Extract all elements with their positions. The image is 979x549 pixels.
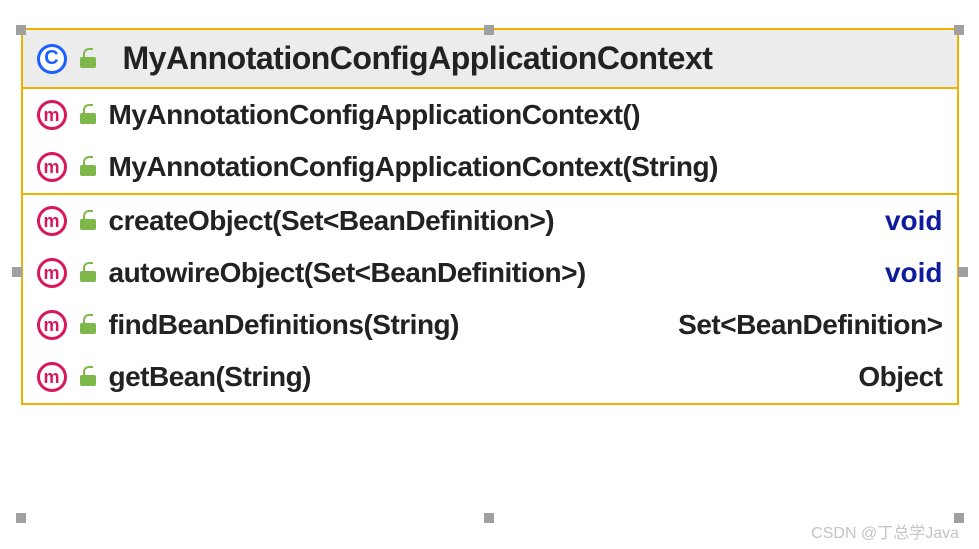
method-icon: m <box>37 152 67 182</box>
constructor-row: m MyAnnotationConfigApplicationContext(S… <box>23 141 957 193</box>
selection-handle[interactable] <box>16 513 26 523</box>
selection-handle[interactable] <box>484 25 494 35</box>
class-name: MyAnnotationConfigApplicationContext <box>123 40 713 77</box>
class-diagram: C MyAnnotationConfigApplicationContext m… <box>21 28 959 405</box>
unlock-icon <box>77 366 99 388</box>
return-type: Set<BeanDefinition> <box>678 309 942 341</box>
class-icon: C <box>37 44 67 74</box>
method-signature: autowireObject(Set<BeanDefinition>) <box>109 257 586 289</box>
method-signature: getBean(String) <box>109 361 312 393</box>
selection-handle[interactable] <box>12 267 22 277</box>
method-icon: m <box>37 206 67 236</box>
method-row: m findBeanDefinitions(String) Set<BeanDe… <box>23 299 957 351</box>
constructor-signature: MyAnnotationConfigApplicationContext() <box>109 99 641 131</box>
constructor-signature: MyAnnotationConfigApplicationContext(Str… <box>109 151 718 183</box>
method-row: m autowireObject(Set<BeanDefinition>) vo… <box>23 247 957 299</box>
method-row: m getBean(String) Object <box>23 351 957 403</box>
method-icon: m <box>37 100 67 130</box>
return-type: void <box>885 257 943 289</box>
method-icon: m <box>37 310 67 340</box>
method-signature: createObject(Set<BeanDefinition>) <box>109 205 555 237</box>
unlock-icon <box>77 314 99 336</box>
unlock-icon <box>77 210 99 232</box>
unlock-icon <box>77 104 99 126</box>
unlock-icon <box>77 262 99 284</box>
class-header: C MyAnnotationConfigApplicationContext <box>23 30 957 89</box>
method-icon: m <box>37 258 67 288</box>
constructors-section: m MyAnnotationConfigApplicationContext()… <box>23 89 957 195</box>
method-row: m createObject(Set<BeanDefinition>) void <box>23 195 957 247</box>
method-signature: findBeanDefinitions(String) <box>109 309 459 341</box>
unlock-icon <box>77 48 99 70</box>
return-type: Object <box>858 361 942 393</box>
method-icon: m <box>37 362 67 392</box>
return-type: void <box>885 205 943 237</box>
selection-handle[interactable] <box>958 267 968 277</box>
unlock-icon <box>77 156 99 178</box>
selection-handle[interactable] <box>484 513 494 523</box>
watermark: CSDN @丁总学Java <box>811 519 959 543</box>
methods-section: m createObject(Set<BeanDefinition>) void… <box>23 195 957 403</box>
selection-handle[interactable] <box>954 25 964 35</box>
constructor-row: m MyAnnotationConfigApplicationContext() <box>23 89 957 141</box>
selection-handle[interactable] <box>16 25 26 35</box>
